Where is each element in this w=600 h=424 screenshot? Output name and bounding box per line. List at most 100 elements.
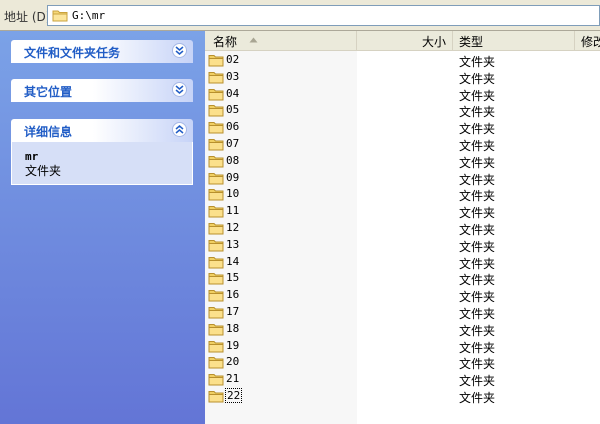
file-name[interactable]: 12 (226, 221, 239, 234)
panel-header[interactable]: 详细信息 (11, 119, 193, 142)
file-type: 文件夹 (459, 55, 496, 69)
file-name[interactable]: 15 (226, 271, 239, 284)
file-type: 文件夹 (459, 71, 496, 86)
list-item[interactable]: 13 文件夹 (205, 237, 600, 254)
folder-icon (208, 187, 224, 204)
list-item[interactable]: 22 文件夹 (205, 388, 600, 405)
file-type: 文件夹 (459, 357, 496, 372)
column-header-type[interactable]: 类型 (453, 31, 575, 50)
list-item[interactable]: 15 文件夹 (205, 270, 600, 287)
file-name[interactable]: 13 (226, 238, 239, 251)
file-type: 文件夹 (459, 374, 496, 389)
file-type: 文件夹 (459, 206, 496, 221)
file-name[interactable]: 22 (224, 388, 243, 403)
file-name[interactable]: 19 (226, 339, 239, 352)
folder-icon (208, 171, 224, 188)
file-name[interactable]: 10 (226, 187, 239, 200)
folder-icon (52, 9, 68, 25)
column-header-modified[interactable]: 修改 (575, 31, 600, 50)
file-name[interactable]: 07 (226, 137, 239, 150)
file-type: 文件夹 (459, 340, 496, 355)
folder-icon (208, 87, 224, 104)
file-type: 文件夹 (459, 172, 496, 187)
panel-other-places[interactable]: 其它位置 (11, 79, 193, 102)
list-item[interactable]: 18 文件夹 (205, 321, 600, 338)
column-header-name[interactable]: 名称 (205, 31, 357, 50)
list-item[interactable]: 06 文件夹 (205, 119, 600, 136)
file-name[interactable]: 20 (226, 355, 239, 368)
file-name[interactable]: 05 (226, 103, 239, 116)
list-item[interactable]: 10 文件夹 (205, 186, 600, 203)
folder-icon (208, 154, 224, 171)
file-name[interactable]: 14 (226, 255, 239, 268)
file-name[interactable]: 04 (226, 87, 239, 100)
column-header-bar: 名称 大小 类型 修改 (205, 31, 600, 51)
file-name[interactable]: 17 (226, 305, 239, 318)
folder-icon (208, 53, 224, 70)
chevron-double-down-icon[interactable] (172, 82, 187, 97)
folder-icon (208, 288, 224, 305)
folder-icon (208, 238, 224, 255)
file-list-view: 名称 大小 类型 修改 02 文件夹 03 文件夹 04 文件夹 05 文件夹 06 文件夹 07 文… (205, 31, 600, 424)
folder-icon (208, 389, 224, 406)
list-item[interactable]: 14 文件夹 (205, 254, 600, 271)
folder-icon (208, 221, 224, 238)
list-item[interactable]: 04 文件夹 (205, 86, 600, 103)
file-type: 文件夹 (459, 189, 496, 204)
file-type: 文件夹 (459, 122, 496, 137)
file-name[interactable]: 02 (226, 53, 239, 66)
file-type: 文件夹 (459, 256, 496, 271)
panel-details[interactable]: 详细信息 mr 文件夹 (11, 119, 193, 185)
folder-icon (208, 271, 224, 288)
folder-icon (208, 255, 224, 272)
list-item[interactable]: 09 文件夹 (205, 170, 600, 187)
folder-icon (208, 204, 224, 221)
list-item[interactable]: 21 文件夹 (205, 371, 600, 388)
column-header-size[interactable]: 大小 (357, 31, 453, 50)
file-name[interactable]: 06 (226, 120, 239, 133)
file-name[interactable]: 18 (226, 322, 239, 335)
file-type: 文件夹 (459, 323, 496, 338)
panel-file-folder-tasks[interactable]: 文件和文件夹任务 (11, 40, 193, 63)
file-name[interactable]: 11 (226, 204, 239, 217)
list-item[interactable]: 11 文件夹 (205, 203, 600, 220)
file-name[interactable]: 03 (226, 70, 239, 83)
chevron-double-down-icon[interactable] (172, 43, 187, 58)
sort-ascending-icon (249, 37, 258, 43)
file-type: 文件夹 (459, 88, 496, 103)
chevron-double-up-icon[interactable] (172, 122, 187, 137)
file-name[interactable]: 21 (226, 372, 239, 385)
list-item[interactable]: 03 文件夹 (205, 69, 600, 86)
file-type: 文件夹 (459, 290, 496, 305)
file-type: 文件夹 (459, 307, 496, 321)
folder-icon (208, 355, 224, 372)
list-item[interactable]: 08 文件夹 (205, 153, 600, 170)
folder-icon (208, 103, 224, 120)
list-item[interactable]: 19 文件夹 (205, 338, 600, 355)
panel-header[interactable]: 其它位置 (11, 79, 193, 102)
panel-title[interactable]: 其它位置 (24, 83, 72, 100)
file-type: 文件夹 (459, 105, 496, 120)
address-path[interactable]: G:\mr (72, 9, 105, 22)
list-item[interactable]: 07 文件夹 (205, 136, 600, 153)
column-header-modified-label: 修改 (581, 35, 600, 49)
folder-icon (208, 70, 224, 87)
panel-title[interactable]: 详细信息 (24, 123, 72, 140)
panel-header[interactable]: 文件和文件夹任务 (11, 40, 193, 63)
file-name[interactable]: 16 (226, 288, 239, 301)
panel-title[interactable]: 文件和文件夹任务 (24, 44, 120, 61)
list-item[interactable]: 05 文件夹 (205, 102, 600, 119)
column-header-name-label: 名称 (213, 35, 238, 49)
list-item[interactable]: 20 文件夹 (205, 354, 600, 371)
file-type: 文件夹 (459, 239, 496, 254)
file-name[interactable]: 08 (226, 154, 239, 167)
list-item[interactable]: 02 文件夹 (205, 52, 600, 69)
list-item[interactable]: 16 文件夹 (205, 287, 600, 304)
address-field[interactable]: G:\mr (47, 5, 600, 26)
column-header-type-label: 类型 (459, 35, 484, 49)
folder-icon (208, 372, 224, 389)
folder-icon (208, 339, 224, 356)
file-name[interactable]: 09 (226, 171, 239, 184)
list-item[interactable]: 12 文件夹 (205, 220, 600, 237)
list-item[interactable]: 17 文件夹 (205, 304, 600, 321)
